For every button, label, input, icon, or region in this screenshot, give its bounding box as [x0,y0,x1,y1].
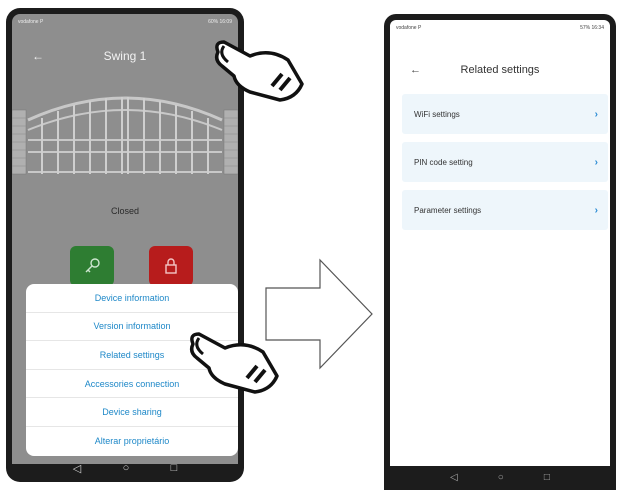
recents-square-icon[interactable]: □ [544,472,550,483]
home-circle-icon[interactable]: ○ [498,472,504,483]
status-battery-time: 57% 16:34 [580,25,604,31]
key-icon [85,258,100,273]
settings-item-wifi[interactable]: WiFi settings › [402,94,608,134]
app-bar: ← Swing 1 ⋮ [12,44,238,68]
settings-item-parameter[interactable]: Parameter settings › [402,190,608,230]
settings-item-label: WiFi settings [414,109,460,119]
arrow-left-icon[interactable]: ← [410,64,421,76]
menu-item-device-information[interactable]: Device information [26,284,238,313]
status-bar: vodafone P 60% 16:09 [12,14,238,30]
back-triangle-icon[interactable]: ◁ [73,462,81,475]
menu-item-alterar-proprietario[interactable]: Alterar proprietário [26,427,238,456]
right-screen: vodafone P 57% 16:34 ← Related settings … [390,20,610,466]
chevron-right-icon: › [594,204,598,216]
page-title: Related settings [460,64,540,76]
menu-item-device-sharing[interactable]: Device sharing [26,398,238,427]
arrow-right-icon [265,258,373,370]
navigation-bar: ◁ ○ □ [390,468,610,486]
lock-icon [165,258,177,274]
chevron-right-icon: › [594,108,598,120]
status-carrier: vodafone P [18,19,44,25]
status-carrier: vodafone P [396,25,422,31]
arrow-left-icon[interactable]: ← [32,49,44,63]
gate-status-label: Closed [110,206,139,216]
lock-gate-button[interactable] [149,246,193,286]
settings-item-pin-code[interactable]: PIN code setting › [402,142,608,182]
status-battery-time: 60% 16:09 [208,19,232,25]
navigation-bar: ◁ ○ □ [12,458,238,478]
gate-illustration [12,96,238,175]
chevron-right-icon: › [594,156,598,168]
settings-item-label: Parameter settings [414,205,482,215]
left-phone: vodafone P 60% 16:09 ← Swing 1 ⋮ [6,8,244,482]
home-circle-icon[interactable]: ○ [123,462,130,474]
recents-square-icon[interactable]: □ [171,462,178,474]
right-phone: vodafone P 57% 16:34 ← Related settings … [384,14,616,490]
status-bar: vodafone P 57% 16:34 [390,20,610,36]
open-gate-button[interactable] [70,246,114,286]
app-bar: ← Related settings [390,58,610,82]
back-triangle-icon[interactable]: ◁ [450,472,458,483]
page-title: Swing 1 [103,49,147,63]
settings-item-label: PIN code setting [414,157,473,167]
pointing-hand-icon [214,40,304,102]
